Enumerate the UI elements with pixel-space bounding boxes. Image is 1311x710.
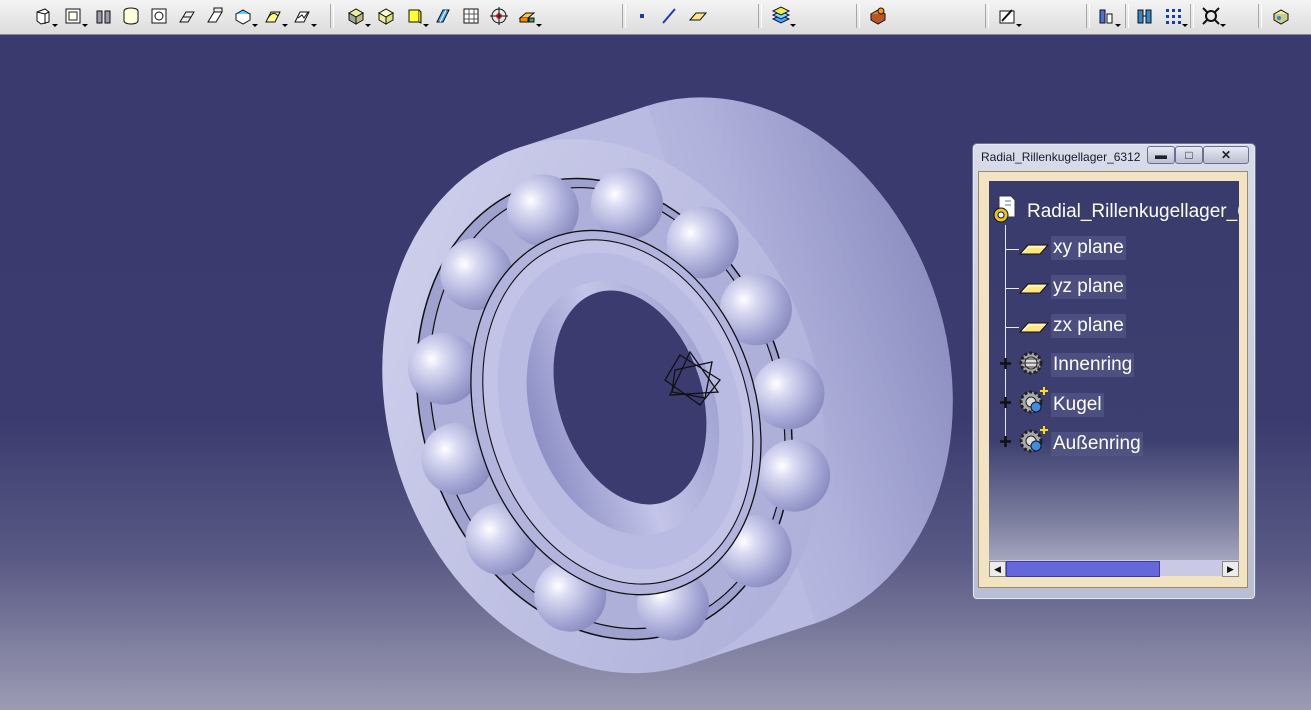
toolbar-separator	[1258, 4, 1262, 28]
tree-connector	[1005, 327, 1019, 328]
tree-node-innenring[interactable]: Innenring	[1051, 353, 1135, 377]
target-icon[interactable]	[488, 5, 510, 27]
material-icon[interactable]	[867, 5, 889, 27]
expand-plus-icon[interactable]	[999, 435, 1012, 448]
expand-plus-icon[interactable]	[999, 357, 1012, 370]
scroll-right-button[interactable]: ▶	[1222, 561, 1239, 577]
groove-icon[interactable]	[176, 5, 198, 27]
tree-node-kugel[interactable]: Kugel	[1051, 393, 1104, 417]
chamfer-icon[interactable]	[291, 5, 317, 27]
maximize-button[interactable]: □	[1175, 146, 1203, 164]
tree-root-label[interactable]: Radial_Rillenkugellager_6	[1025, 200, 1239, 224]
tree-connector	[1005, 249, 1019, 250]
fit-all-icon[interactable]	[1200, 5, 1226, 27]
part-body-icon[interactable]	[32, 5, 58, 27]
toolbar-separator	[1125, 4, 1129, 28]
toolbar-separator	[758, 4, 762, 28]
toolbar-separator	[1086, 4, 1090, 28]
horizontal-scrollbar[interactable]: ◀ ▶	[989, 560, 1239, 577]
box-icon[interactable]	[375, 5, 397, 27]
window-title: Radial_Rillenkugellager_6312	[981, 150, 1141, 164]
analyze-icon[interactable]	[1095, 5, 1121, 27]
plane-icon[interactable]	[687, 5, 709, 27]
plane-icon	[1018, 241, 1050, 257]
pocket-icon[interactable]	[148, 5, 170, 27]
toolbar-separator	[985, 4, 989, 28]
pad-icon[interactable]	[93, 5, 115, 27]
body-gear-new-icon	[1017, 425, 1049, 455]
body-gear-icon	[1017, 349, 1047, 377]
body-gear-new-icon	[1017, 386, 1049, 416]
layers-icon[interactable]	[770, 5, 796, 27]
close-button[interactable]: ✕	[1203, 146, 1249, 164]
hole-icon[interactable]	[232, 5, 258, 27]
solid-cube-icon[interactable]	[345, 5, 371, 27]
rib-icon[interactable]	[204, 5, 226, 27]
specification-tree-window[interactable]: Radial_Rillenkugellager_6312 ▬ □ ✕ Radia…	[972, 143, 1256, 600]
grid-snap-icon[interactable]	[1162, 5, 1188, 27]
point-icon[interactable]	[631, 5, 653, 27]
catalog-icon[interactable]	[1270, 5, 1292, 27]
fillet-icon[interactable]	[262, 5, 288, 27]
compass-icon[interactable]	[1134, 5, 1156, 27]
tree-client-area: Radial_Rillenkugellager_6 xy plane yz pl…	[978, 171, 1248, 588]
shaft-icon[interactable]	[120, 5, 142, 27]
tree-node-xy-plane[interactable]: xy plane	[1051, 236, 1126, 260]
specification-tree[interactable]: Radial_Rillenkugellager_6 xy plane yz pl…	[989, 181, 1239, 560]
toolbar-separator	[330, 4, 334, 28]
plane-icon	[1018, 319, 1050, 335]
tree-node-yz-plane[interactable]: yz plane	[1051, 275, 1126, 299]
grid-icon[interactable]	[460, 5, 482, 27]
tree-connector	[1005, 288, 1019, 289]
slot-icon[interactable]	[432, 5, 454, 27]
expand-plus-icon[interactable]	[999, 396, 1012, 409]
toolbar-separator	[1190, 4, 1194, 28]
sketch-icon[interactable]	[62, 5, 88, 27]
scroll-left-button[interactable]: ◀	[989, 561, 1006, 577]
thickness-icon[interactable]	[516, 5, 542, 27]
part-document-icon[interactable]	[991, 195, 1017, 225]
main-toolbar	[0, 0, 1311, 35]
line-icon[interactable]	[658, 5, 680, 27]
toolbar-separator	[856, 4, 860, 28]
tree-node-zx-plane[interactable]: zx plane	[1051, 314, 1126, 338]
measure-icon[interactable]	[996, 5, 1022, 27]
toolbar-separator	[622, 4, 626, 28]
tree-connector	[1005, 225, 1006, 443]
plane-icon	[1018, 280, 1050, 296]
scroll-thumb[interactable]	[1006, 561, 1160, 577]
cylinder-icon[interactable]	[403, 5, 429, 27]
minimize-button[interactable]: ▬	[1147, 146, 1175, 164]
tree-node-aussenring[interactable]: Außenring	[1051, 432, 1143, 456]
